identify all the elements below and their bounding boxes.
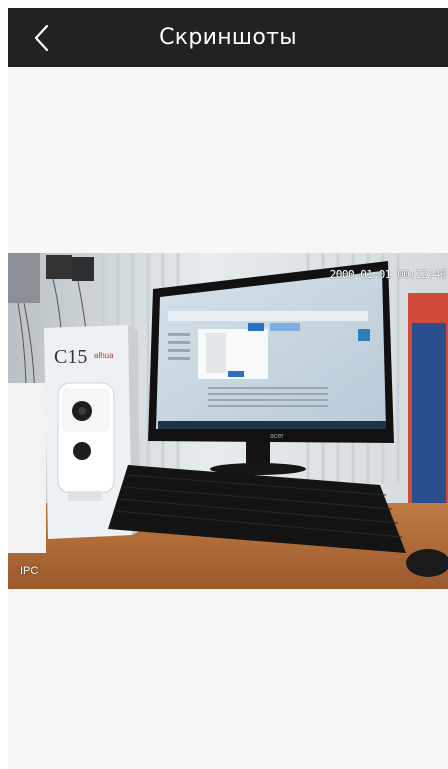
snapshot-image: C15 alhua acer (8, 253, 448, 589)
svg-text:C15: C15 (54, 346, 87, 368)
svg-text:alhua: alhua (94, 351, 114, 360)
screenshots-screen: Скриншоты C15 alhua acer 2000-01-01 00:1… (8, 8, 448, 769)
camera-snapshot[interactable]: C15 alhua acer 2000-01-01 00:12:46 IPC (8, 253, 448, 589)
app-header: Скриншоты (8, 8, 448, 67)
snapshot-timestamp: 2000-01-01 00:12:46 (329, 268, 447, 281)
chevron-left-icon (34, 24, 49, 52)
back-button[interactable] (22, 18, 62, 58)
svg-text:acer: acer (270, 433, 284, 440)
channel-label: IPC (20, 565, 39, 577)
page-title: Скриншоты (159, 25, 297, 50)
